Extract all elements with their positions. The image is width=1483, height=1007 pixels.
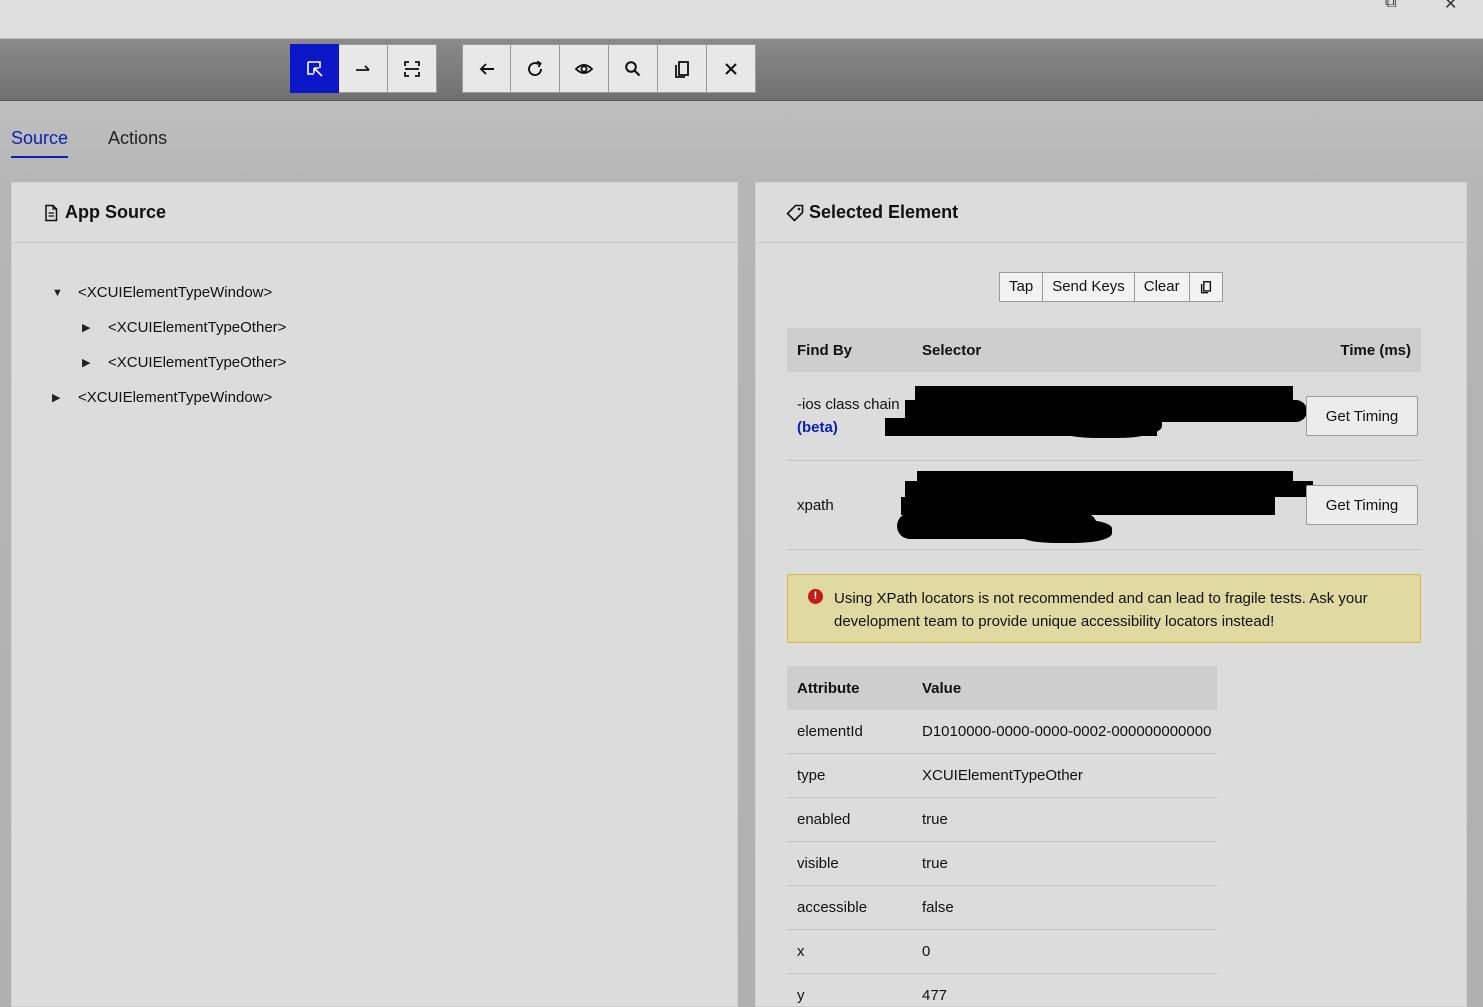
clear-button[interactable]: Clear <box>1135 273 1190 301</box>
quit-session-button[interactable] <box>707 44 756 93</box>
selector-row: -ios class chain (beta) Get Timing <box>787 372 1421 461</box>
search-button[interactable] <box>609 44 658 93</box>
find-by-strategy: -ios class chain <box>797 396 900 413</box>
attributes-table: Attribute Value elementId D1010000-0000-… <box>787 666 1217 1007</box>
tree-node[interactable]: ▼ <XCUIElementTypeWindow> <box>52 275 286 310</box>
arrow-left-icon <box>479 62 494 75</box>
selected-element-header: Selected Element <box>756 183 1466 243</box>
attribute-name: accessible <box>797 899 868 916</box>
attribute-value: D1010000-0000-0000-0002-000000000000 <box>922 723 1212 740</box>
tree-node[interactable]: ▶ <XCUIElementTypeWindow> <box>52 380 286 415</box>
table-row: x 0 <box>787 930 1217 974</box>
select-cursor-icon <box>306 60 323 77</box>
tree-node-label[interactable]: <XCUIElementTypeWindow> <box>78 389 272 406</box>
inspector-toolbar <box>0 39 1483 101</box>
refresh-button[interactable] <box>511 44 560 93</box>
element-actions: Tap Send Keys Clear <box>999 272 1223 302</box>
copy-icon <box>675 60 689 78</box>
send-keys-button[interactable]: Send Keys <box>1043 273 1135 301</box>
tree-node-label[interactable]: <XCUIElementTypeOther> <box>108 354 286 371</box>
value-header: Value <box>922 679 962 697</box>
session-actions-group <box>462 44 756 93</box>
caret-right-icon[interactable]: ▶ <box>52 391 78 404</box>
tap-button[interactable]: Tap <box>1000 273 1044 301</box>
refresh-icon <box>528 60 542 76</box>
attribute-name: elementId <box>797 723 863 740</box>
xpath-warning: ! Using XPath locators is not recommende… <box>787 574 1421 643</box>
warning-text: Using XPath locators is not recommended … <box>834 590 1368 630</box>
attribute-value: false <box>922 899 954 916</box>
select-element-button[interactable] <box>290 44 339 93</box>
inspector-tabs: Source Actions <box>11 128 167 158</box>
app-source-header: App Source <box>12 183 737 243</box>
attribute-value: 0 <box>922 943 931 960</box>
find-by-strategy: xpath <box>797 496 834 514</box>
find-by-header: Find By <box>797 341 852 359</box>
tree-node[interactable]: ▶ <XCUIElementTypeOther> <box>52 345 286 380</box>
caret-right-icon[interactable]: ▶ <box>82 321 108 334</box>
attribute-value: 477 <box>922 987 948 1004</box>
close-icon <box>725 62 737 75</box>
tree-node-label[interactable]: <XCUIElementTypeOther> <box>108 319 286 336</box>
attribute-value: true <box>922 855 948 872</box>
get-timing-button[interactable]: Get Timing <box>1306 396 1418 436</box>
selector-table-header: Find By Selector Time (ms) <box>787 328 1421 372</box>
attribute-header: Attribute <box>797 679 860 697</box>
copy-attributes-button[interactable] <box>1190 273 1222 301</box>
attributes-table-header: Attribute Value <box>787 666 1217 710</box>
error-icon: ! <box>808 589 823 604</box>
selected-element-panel: Selected Element Tap Send Keys Clear Fin… <box>755 182 1467 1007</box>
attribute-name: x <box>797 943 805 960</box>
recorder-button[interactable] <box>560 44 609 93</box>
selected-element-title: Selected Element <box>809 202 959 222</box>
tag-icon <box>786 204 804 222</box>
app-source-panel: App Source ▼ <XCUIElementTypeWindow> ▶ <… <box>11 182 738 1007</box>
interaction-mode-group <box>290 44 437 93</box>
attribute-value: true <box>922 811 948 828</box>
attribute-name: visible <box>797 855 839 872</box>
time-header: Time (ms) <box>1340 341 1411 359</box>
table-row: visible true <box>787 842 1217 886</box>
back-button[interactable] <box>462 44 511 93</box>
restore-window-icon[interactable]: ⧉ <box>1385 0 1396 12</box>
tap-frame-icon <box>404 60 420 77</box>
close-window-icon[interactable]: ✕ <box>1444 0 1457 14</box>
caret-down-icon[interactable]: ▼ <box>52 287 78 299</box>
selector-row: xpath Get Timing <box>787 461 1421 550</box>
tab-actions[interactable]: Actions <box>108 128 167 158</box>
app-source-title: App Source <box>65 202 167 222</box>
swipe-button[interactable] <box>339 44 388 93</box>
file-icon <box>45 204 58 221</box>
caret-right-icon[interactable]: ▶ <box>82 356 108 369</box>
attribute-value: XCUIElementTypeOther <box>922 767 1083 784</box>
table-row: elementId D1010000-0000-0000-0002-000000… <box>787 710 1217 754</box>
tree-node-label[interactable]: <XCUIElementTypeWindow> <box>78 284 272 301</box>
copy-xml-button[interactable] <box>658 44 707 93</box>
table-row: y 477 <box>787 974 1217 1007</box>
copy-icon <box>1200 281 1211 294</box>
attribute-name: type <box>797 767 826 784</box>
get-timing-button[interactable]: Get Timing <box>1306 485 1418 525</box>
tap-coordinates-button[interactable] <box>388 44 437 93</box>
source-tree: ▼ <XCUIElementTypeWindow> ▶ <XCUIElement… <box>52 275 286 415</box>
table-row: type XCUIElementTypeOther <box>787 754 1217 798</box>
table-row: enabled true <box>787 798 1217 842</box>
selector-table: Find By Selector Time (ms) -ios class ch… <box>787 328 1421 550</box>
attribute-name: enabled <box>797 811 851 828</box>
tab-source[interactable]: Source <box>11 128 69 158</box>
eye-icon <box>574 63 594 74</box>
search-icon <box>625 60 641 76</box>
table-row: accessible false <box>787 886 1217 930</box>
tree-node[interactable]: ▶ <XCUIElementTypeOther> <box>52 310 286 345</box>
window-titlebar: ⧉ ✕ <box>0 0 1483 39</box>
selector-header: Selector <box>922 341 982 359</box>
attribute-name: y <box>797 987 805 1004</box>
swipe-arrow-icon <box>356 64 370 71</box>
